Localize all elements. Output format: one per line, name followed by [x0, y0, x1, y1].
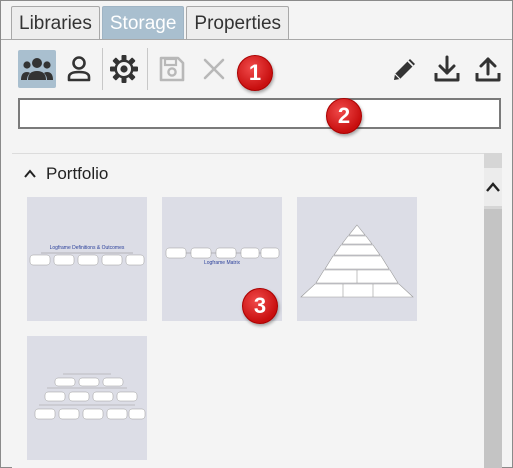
scroll-up-button[interactable]: [484, 168, 502, 206]
thumbnail-card[interactable]: [297, 197, 417, 321]
gear-icon: [110, 55, 138, 83]
tab-libraries[interactable]: Libraries: [11, 6, 100, 40]
diagram-preview: [34, 373, 146, 420]
close-icon: [203, 58, 225, 80]
upload-button[interactable]: [469, 50, 507, 88]
scrollbar-thumb[interactable]: [484, 209, 502, 468]
diagram-preview-title: Logframe Matrix: [204, 260, 241, 266]
tab-bar: Libraries Storage Properties: [11, 6, 291, 40]
upload-icon: [475, 57, 501, 82]
settings-button[interactable]: [105, 50, 143, 88]
shared-storage-button[interactable]: [18, 50, 56, 88]
toolbar-separator: [147, 48, 148, 90]
download-button[interactable]: [428, 50, 466, 88]
thumbnail-card[interactable]: Logframe Definitions & Outcomes: [27, 197, 147, 321]
tab-properties[interactable]: Properties: [186, 6, 290, 40]
person-icon: [67, 56, 91, 82]
diagram-preview-title: Logframe Definitions & Outcomes: [50, 245, 125, 251]
section-header-portfolio[interactable]: Portfolio: [24, 162, 108, 186]
toolbar-separator: [102, 48, 103, 90]
pencil-icon: [394, 59, 415, 80]
tab-storage[interactable]: Storage: [101, 6, 185, 40]
chevron-up-icon: [24, 169, 36, 178]
group-icon: [21, 58, 53, 80]
personal-storage-button[interactable]: [60, 50, 98, 88]
storage-panel: Libraries Storage Properties Portfolio L…: [0, 0, 513, 468]
diagram-preview: Logframe Definitions & Outcomes: [29, 245, 145, 266]
section-title: Portfolio: [46, 164, 109, 183]
callout-badge: 3: [242, 288, 278, 324]
chevron-up-icon: [486, 182, 500, 192]
save-button[interactable]: [153, 50, 191, 88]
close-button[interactable]: [195, 50, 233, 88]
callout-badge: 1: [237, 55, 273, 91]
search-input[interactable]: [18, 98, 501, 129]
edit-button[interactable]: [386, 50, 424, 88]
diagram-preview: [300, 224, 414, 298]
thumbnail-card[interactable]: [27, 336, 147, 460]
callout-badge: 2: [326, 98, 362, 134]
download-icon: [434, 55, 460, 82]
save-icon: [159, 56, 185, 82]
